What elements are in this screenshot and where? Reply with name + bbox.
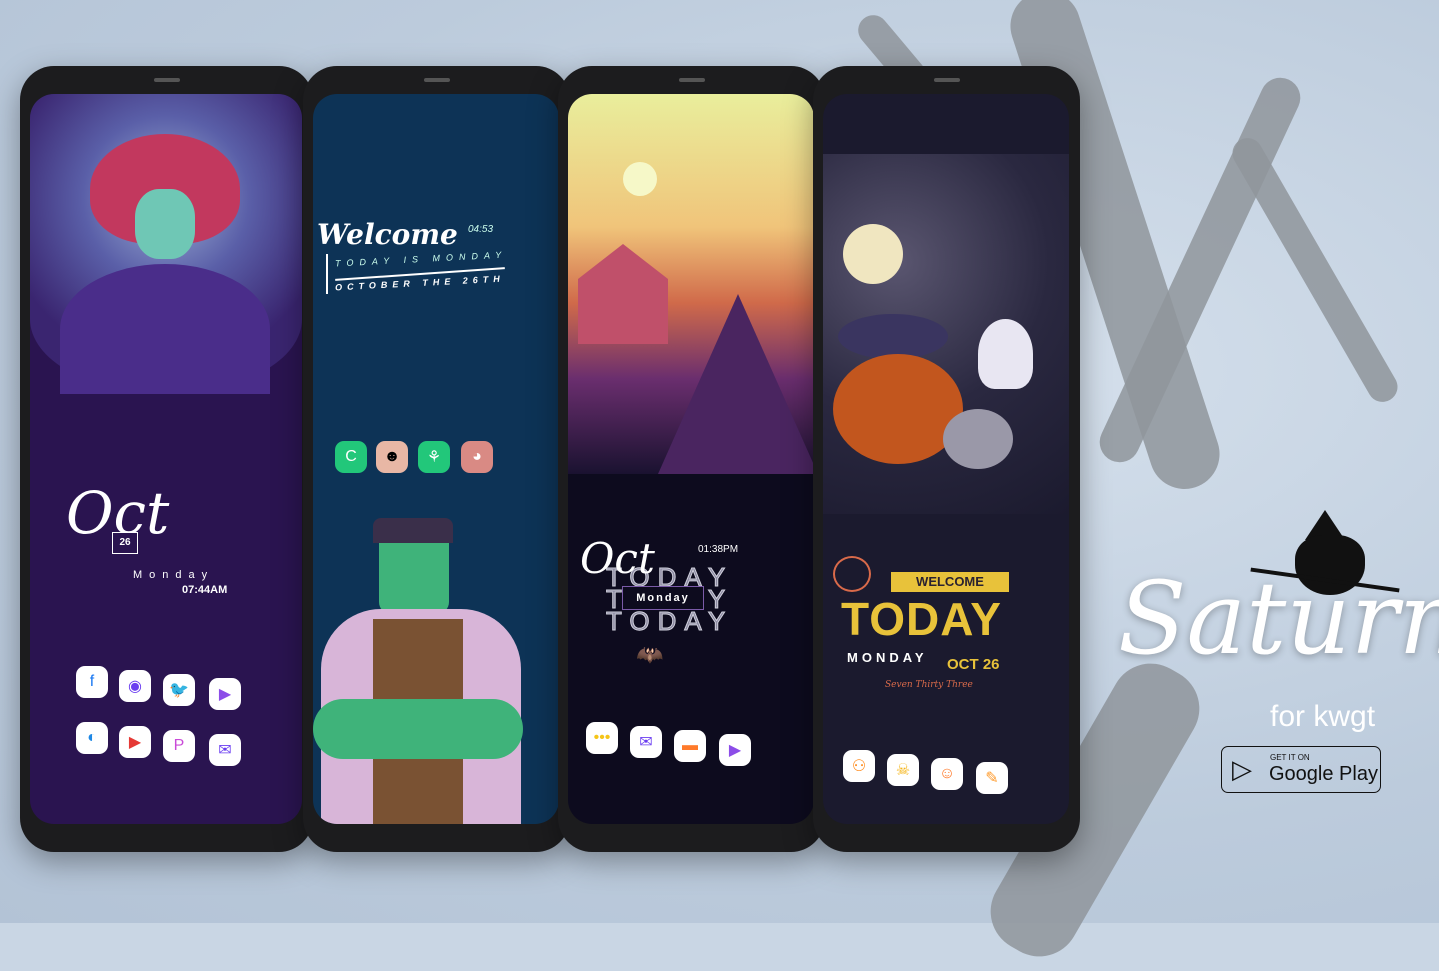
- phone-icon[interactable]: C: [335, 441, 367, 473]
- date-divider: [326, 254, 328, 294]
- browser-icon[interactable]: ◐: [76, 722, 108, 754]
- badge-small-text: GET IT ON: [1270, 753, 1310, 762]
- facebook-icon[interactable]: f: [76, 666, 108, 698]
- phone-1-screen: Oct 26 Monday 07:44AM f ◉ 🐦 ▶ ◐ ▶ P ✉: [30, 94, 302, 824]
- time-label: 01:38PM: [698, 544, 739, 555]
- speaker: [933, 78, 960, 82]
- face-icon[interactable]: ☻: [376, 441, 408, 473]
- smile-icon[interactable]: ☺: [931, 758, 963, 790]
- today-label: TODAY: [841, 593, 1002, 645]
- play-store-icon[interactable]: ▶: [719, 734, 751, 766]
- phone-mockup-3: TODAY TODAY TODAY Oct 01:38PM Monday 🦇 •…: [558, 66, 825, 852]
- mail-icon[interactable]: ✉: [630, 726, 662, 758]
- speaker: [678, 78, 705, 82]
- haunted-village-illustration: [568, 94, 814, 474]
- brand-title: Saturn: [1118, 560, 1439, 677]
- pumpkin-illustration: [823, 154, 1069, 514]
- play-store-icon[interactable]: ▶: [209, 678, 241, 710]
- badge-big-text: Google Play: [1269, 763, 1378, 785]
- twitter-icon[interactable]: 🐦: [163, 674, 195, 706]
- pumpkin-outline-icon: [833, 556, 871, 592]
- notes-icon[interactable]: ✎: [976, 762, 1008, 794]
- weekday-label: MONDAY: [847, 650, 928, 665]
- time-words: Seven Thirty Three: [885, 680, 973, 690]
- bat-icon: 🦇: [636, 642, 664, 667]
- google-play-badge[interactable]: ▷ GET IT ON Google Play: [1221, 746, 1381, 793]
- time-label: 04:53: [468, 224, 494, 235]
- phone-2-screen: Welcome 04:53 TODAY IS MONDAY OCTOBER TH…: [313, 94, 559, 824]
- welcome-label: Welcome: [317, 218, 458, 251]
- month-label: Oct: [580, 534, 655, 583]
- skull-icon[interactable]: ☠: [887, 754, 919, 786]
- play-triangle-icon: ▷: [1232, 754, 1252, 784]
- mail-icon[interactable]: ✉: [209, 734, 241, 766]
- weekday-label: Monday: [133, 569, 215, 581]
- witch-illustration: [30, 94, 302, 394]
- game-icon[interactable]: ⚇: [843, 750, 875, 782]
- phone-mockup-2: Welcome 04:53 TODAY IS MONDAY OCTOBER TH…: [303, 66, 570, 852]
- today-outline-3: TODAY: [605, 606, 734, 637]
- phone-3-screen: TODAY TODAY TODAY Oct 01:38PM Monday 🦇 •…: [568, 94, 814, 824]
- welcome-banner: WELCOME: [891, 572, 1009, 592]
- speaker: [423, 78, 450, 82]
- frankenstein-illustration: [313, 518, 559, 824]
- today-line: TODAY IS MONDAY: [334, 249, 508, 269]
- phone-4-screen: WELCOME TODAY MONDAY OCT 26 Seven Thirty…: [823, 94, 1069, 824]
- messages-icon[interactable]: •••: [586, 722, 618, 754]
- brand-subtitle: for kwgt: [1270, 700, 1376, 733]
- phone-mockup-1: Oct 26 Monday 07:44AM f ◉ 🐦 ▶ ◐ ▶ P ✉: [20, 66, 313, 852]
- tulip-icon[interactable]: ⚘: [418, 441, 450, 473]
- globe-icon[interactable]: ◕: [461, 441, 493, 473]
- date-label: OCT 26: [947, 656, 1000, 673]
- youtube-icon[interactable]: ▶: [119, 726, 151, 758]
- weekday-box: Monday: [622, 586, 704, 610]
- phone-mockup-4: WELCOME TODAY MONDAY OCT 26 Seven Thirty…: [813, 66, 1080, 852]
- time-label: 07:44AM: [182, 584, 228, 596]
- folder-icon[interactable]: ▬: [674, 730, 706, 762]
- day-box: 26: [112, 532, 138, 554]
- camera-icon[interactable]: ◉: [119, 670, 151, 702]
- pinterest-icon[interactable]: P: [163, 730, 195, 762]
- speaker: [153, 78, 180, 82]
